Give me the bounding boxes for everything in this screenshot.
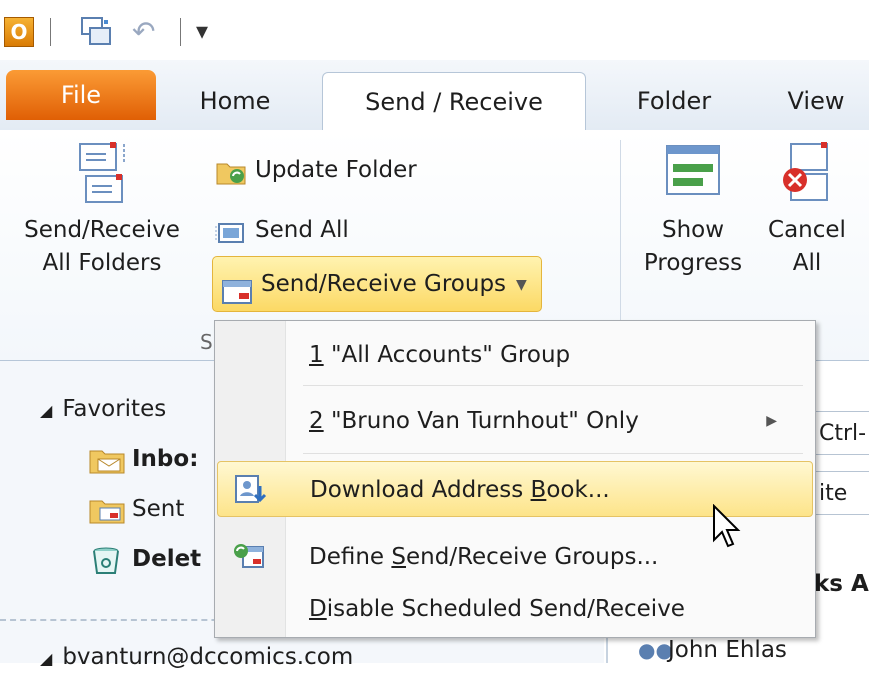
update-folder-label: Update Folder [255, 157, 417, 183]
send-all-label: Send All [255, 217, 349, 243]
cancel-all-button[interactable]: Cancel All [752, 140, 862, 280]
send-receive-groups-button[interactable]: Send/Receive Groups ▼ [212, 256, 542, 312]
folder-deleted[interactable]: Delet [88, 539, 201, 579]
send-receive-all-folders-button[interactable]: Send/Receive All Folders [2, 140, 202, 280]
customize-toolbar-button[interactable]: ▾ [196, 16, 208, 46]
menu-item-label: Disable Scheduled Send/Receive [309, 596, 685, 622]
menu-separator [303, 385, 803, 386]
cancel-all-label-2: All [792, 250, 822, 276]
update-folder-button[interactable]: Update Folder [215, 148, 417, 192]
outlook-logo-icon[interactable]: O [4, 17, 34, 47]
folder-inbox[interactable]: Inbo: [88, 439, 198, 479]
tab-send-receive[interactable]: Send / Receive [322, 72, 586, 132]
menu-item-label: 1 "All Accounts" Group [309, 342, 571, 368]
sent-label: Sent [132, 496, 185, 522]
tab-home[interactable]: Home [170, 72, 300, 130]
chevron-down-icon: ▼ [516, 276, 527, 293]
show-progress-label-1: Show [661, 217, 725, 243]
ribbon-group-label: S [200, 330, 213, 354]
mouse-cursor-icon [712, 503, 742, 548]
contact-label: John Ehlas [668, 637, 787, 663]
send-all-button[interactable]: Send All [215, 208, 349, 252]
undo-icon[interactable]: ↶ [132, 18, 162, 46]
menu-separator [303, 453, 803, 454]
progress-icon [663, 140, 723, 210]
collapse-triangle-icon: ◢ [40, 649, 53, 668]
inbox-label: Inbo: [132, 446, 199, 472]
sent-folder-icon [88, 495, 126, 525]
define-groups-icon [231, 539, 267, 575]
search-input[interactable]: Ctrl- [812, 411, 869, 455]
toolbar-divider [50, 18, 51, 46]
people-icon: ●● [638, 638, 673, 662]
tab-file[interactable]: File [6, 70, 156, 120]
tab-view[interactable]: View [756, 72, 869, 130]
collapse-triangle-icon: ◢ [40, 401, 53, 420]
folder-sent[interactable]: Sent [88, 489, 184, 529]
menu-item-label: Download Address Book... [310, 477, 610, 503]
address-book-download-icon [232, 472, 268, 508]
quick-access-toolbar: O ↶ ▾ [0, 0, 869, 60]
send-receive-groups-icon [221, 271, 253, 304]
trash-icon [88, 545, 126, 575]
show-progress-label-2: Progress [643, 250, 743, 276]
cancel-send-icon [777, 140, 837, 210]
tab-folder[interactable]: Folder [614, 72, 734, 130]
account-label: bvanturn@dccomics.com [62, 644, 354, 670]
contact-item[interactable]: ●●John Ehlas [638, 637, 787, 663]
update-folder-icon [215, 157, 247, 185]
inbox-folder-icon [88, 445, 126, 475]
send-receive-all-icon[interactable] [80, 16, 112, 48]
list-group-header: ks A [814, 571, 869, 597]
ribbon-tabs: File Home Send / Receive Folder View [0, 60, 869, 132]
send-all-icon [215, 217, 247, 245]
menu-item-label: Define Send/Receive Groups... [309, 544, 659, 570]
menu-item-disable-scheduled[interactable]: Disable Scheduled Send/Receive [217, 581, 813, 637]
toolbar-divider [180, 18, 181, 46]
submenu-arrow-icon: ▶ [766, 413, 777, 429]
favorites-label: Favorites [62, 396, 167, 422]
menu-item-all-accounts-group[interactable]: 1 "All Accounts" Group [217, 327, 813, 383]
send-receive-all-label-2: All Folders [42, 250, 162, 276]
arrange-by-header[interactable]: ite [812, 471, 869, 515]
menu-item-bruno-only[interactable]: 2 "Bruno Van Turnhout" Only ▶ [217, 393, 813, 449]
send-receive-groups-label: Send/Receive Groups [261, 271, 507, 297]
favorites-header[interactable]: ◢ Favorites [40, 389, 166, 431]
cancel-all-label-1: Cancel [768, 217, 846, 243]
send-receive-all-label-1: Send/Receive [24, 217, 180, 243]
show-progress-button[interactable]: Show Progress [638, 140, 748, 280]
send-receive-groups-menu: 1 "All Accounts" Group 2 "Bruno Van Turn… [214, 320, 816, 638]
menu-item-label: 2 "Bruno Van Turnhout" Only [309, 408, 639, 434]
send-receive-icon [72, 140, 132, 210]
account-header[interactable]: ◢ bvanturn@dccomics.com [40, 637, 353, 679]
ribbon-group-divider [620, 140, 621, 340]
deleted-label: Delet [132, 546, 202, 572]
